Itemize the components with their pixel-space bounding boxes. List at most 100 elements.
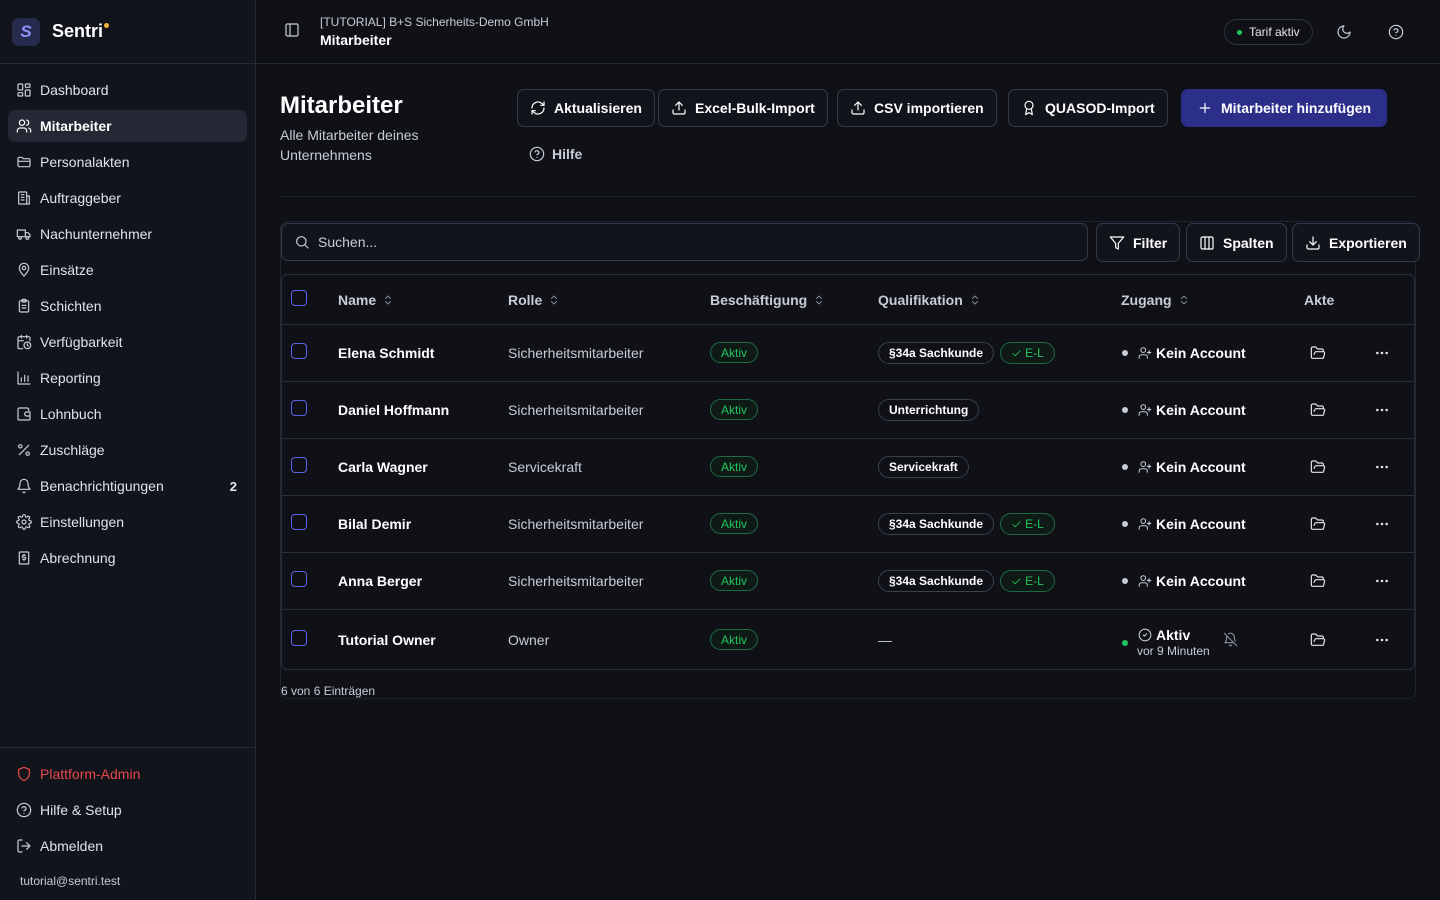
help-link[interactable]: Hilfe <box>529 146 582 162</box>
truck-icon <box>16 229 31 240</box>
row-checkbox[interactable] <box>291 343 307 359</box>
check-icon <box>1012 577 1021 584</box>
last-login-time: vor 9 Minuten <box>1137 644 1210 658</box>
column-header-beschaeftigung[interactable]: Beschäftigung <box>710 292 825 308</box>
row-actions-button[interactable] <box>1374 459 1390 475</box>
open-file-button[interactable] <box>1310 573 1326 589</box>
sidebar-item-label: Reporting <box>40 370 101 386</box>
open-file-button[interactable] <box>1310 632 1326 648</box>
qualification-list: §34a Sachkunde E-L <box>878 342 1055 364</box>
theme-toggle-button[interactable] <box>1336 24 1352 40</box>
refresh-button[interactable]: Aktualisieren <box>517 89 655 127</box>
employee-name[interactable]: Elena Schmidt <box>338 345 434 361</box>
employee-name[interactable]: Carla Wagner <box>338 459 428 475</box>
table-row[interactable]: Carla Wagner Servicekraft Aktiv Servicek… <box>282 439 1414 496</box>
columns-button[interactable]: Spalten <box>1186 223 1287 262</box>
open-file-button[interactable] <box>1310 459 1326 475</box>
filter-button[interactable]: Filter <box>1096 223 1181 262</box>
sidebar-item-dashboard[interactable]: Dashboard <box>8 74 247 106</box>
column-header-rolle[interactable]: Rolle <box>508 292 560 308</box>
column-label: Beschäftigung <box>710 292 808 308</box>
breadcrumb-page: Mitarbeiter <box>320 32 392 48</box>
employment-status-badge: Aktiv <box>710 629 759 650</box>
sidebar-item-abrechnung[interactable]: Abrechnung <box>8 542 247 574</box>
row-checkbox[interactable] <box>291 400 307 416</box>
table-row[interactable]: Bilal Demir Sicherheitsmitarbeiter Aktiv… <box>282 496 1414 553</box>
row-actions-button[interactable] <box>1374 516 1390 532</box>
notifications-off-button[interactable] <box>1223 632 1238 647</box>
sidebar-item-personalakten[interactable]: Personalakten <box>8 146 247 178</box>
excel-import-button[interactable]: Excel-Bulk-Import <box>658 89 828 127</box>
panel-left-icon <box>285 23 299 37</box>
sidebar-item-label: Einstellungen <box>40 514 125 530</box>
folder-open-icon <box>1310 403 1326 416</box>
open-file-button[interactable] <box>1310 345 1326 361</box>
table-row[interactable]: Anna Berger Sicherheitsmitarbeiter Aktiv… <box>282 553 1414 610</box>
select-all-checkbox[interactable] <box>291 290 307 306</box>
upload-icon <box>851 101 865 115</box>
sidebar-item-mitarbeiter[interactable]: Mitarbeiter <box>8 110 247 142</box>
sidebar-item-hilfe-setup[interactable]: Hilfe & Setup <box>8 794 247 826</box>
sidebar-item-label: Abmelden <box>40 838 104 854</box>
add-employee-button[interactable]: Mitarbeiter hinzufügen <box>1181 89 1388 127</box>
help-button[interactable] <box>1388 24 1404 40</box>
employee-name[interactable]: Bilal Demir <box>338 516 411 532</box>
employment-status-badge: Aktiv <box>710 399 759 420</box>
employee-name[interactable]: Tutorial Owner <box>338 632 436 648</box>
more-horizontal-icon <box>1376 638 1388 642</box>
sidebar-item-benachrichtigungen[interactable]: Benachrichtigungen 2 <box>8 470 247 502</box>
more-horizontal-icon <box>1376 465 1388 469</box>
moon-icon <box>1337 25 1351 39</box>
employee-role: Servicekraft <box>508 459 582 475</box>
sort-icon <box>551 295 558 305</box>
help-circle-icon <box>1388 24 1404 40</box>
sidebar-item-einstellungen[interactable]: Einstellungen <box>8 506 247 538</box>
sidebar-item-schichten[interactable]: Schichten <box>8 290 247 322</box>
map-pin-icon <box>18 262 30 277</box>
sidebar-item-abmelden[interactable]: Abmelden <box>8 830 247 862</box>
row-actions-button[interactable] <box>1374 632 1390 648</box>
row-actions-button[interactable] <box>1374 573 1390 589</box>
sidebar-item-auftraggeber[interactable]: Auftraggeber <box>8 182 247 214</box>
brand[interactable]: S Sentri <box>0 0 255 64</box>
column-header-name[interactable]: Name <box>338 292 394 308</box>
row-checkbox[interactable] <box>291 571 307 587</box>
sidebar-item-zuschlaege[interactable]: Zuschläge <box>8 434 247 466</box>
row-checkbox[interactable] <box>291 630 307 646</box>
sidebar-item-einsaetze[interactable]: Einsätze <box>8 254 247 286</box>
access-label: Kein Account <box>1156 459 1246 475</box>
employee-role: Sicherheitsmitarbeiter <box>508 402 644 418</box>
row-checkbox[interactable] <box>291 457 307 473</box>
row-checkbox[interactable] <box>291 514 307 530</box>
quasod-import-button[interactable]: QUASOD-Import <box>1008 89 1168 127</box>
plan-status-badge[interactable]: Tarif aktiv <box>1224 19 1313 45</box>
employee-name[interactable]: Daniel Hoffmann <box>338 402 449 418</box>
table-row[interactable]: Elena Schmidt Sicherheitsmitarbeiter Akt… <box>282 325 1414 382</box>
columns-label: Spalten <box>1223 234 1274 251</box>
search-input[interactable] <box>318 234 1058 250</box>
employee-name[interactable]: Anna Berger <box>338 573 422 589</box>
row-actions-button[interactable] <box>1374 402 1390 418</box>
column-header-qualifikation[interactable]: Qualifikation <box>878 292 981 308</box>
open-file-button[interactable] <box>1310 402 1326 418</box>
sidebar-item-plattform-admin[interactable]: Plattform-Admin <box>8 758 247 790</box>
open-file-button[interactable] <box>1310 516 1326 532</box>
access-status: Kein Account <box>1122 459 1246 475</box>
sidebar-item-verfuegbarkeit[interactable]: Verfügbarkeit <box>8 326 247 358</box>
sidebar-toggle-button[interactable] <box>284 22 300 38</box>
table-row[interactable]: Daniel Hoffmann Sicherheitsmitarbeiter A… <box>282 382 1414 439</box>
row-actions-button[interactable] <box>1374 345 1390 361</box>
column-header-zugang[interactable]: Zugang <box>1121 292 1190 308</box>
sidebar-item-reporting[interactable]: Reporting <box>8 362 247 394</box>
sidebar-item-lohnbuch[interactable]: Lohnbuch <box>8 398 247 430</box>
sort-icon <box>816 295 823 305</box>
employment-status-badge: Aktiv <box>710 570 759 591</box>
table-header: Name Rolle Beschäftigung Qualifikation Z… <box>282 275 1414 325</box>
sidebar-item-nachunternehmer[interactable]: Nachunternehmer <box>8 218 247 250</box>
export-button[interactable]: Exportieren <box>1292 223 1420 262</box>
csv-import-button[interactable]: CSV importieren <box>837 89 997 127</box>
topbar: [TUTORIAL] B+S Sicherheits-Demo GmbH Mit… <box>256 0 1440 64</box>
table-row[interactable]: Tutorial Owner Owner Aktiv — Aktiv vor 9… <box>282 610 1414 670</box>
search-box[interactable] <box>281 223 1088 261</box>
columns-icon <box>1200 235 1214 250</box>
